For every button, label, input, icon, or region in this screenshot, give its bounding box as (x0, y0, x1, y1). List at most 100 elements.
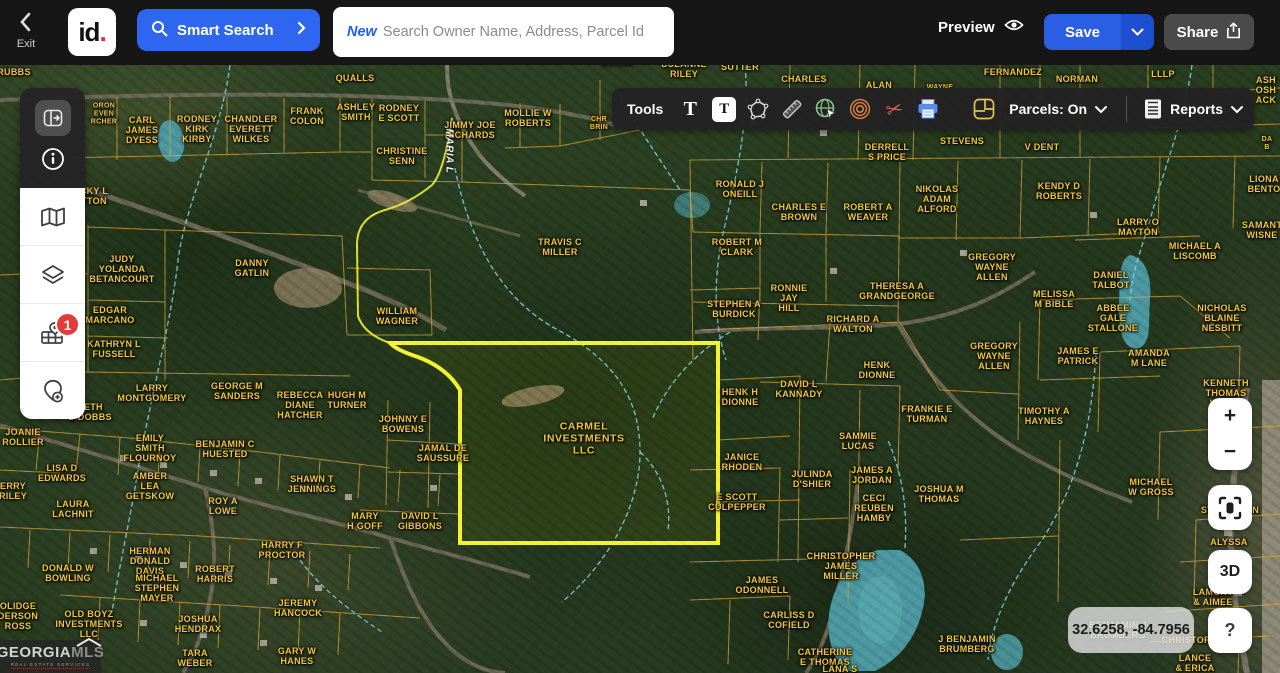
basemap-button[interactable] (20, 188, 85, 246)
layers-button[interactable] (20, 246, 85, 304)
top-bar: Exit id. Smart Search New Search Owner N… (0, 0, 1280, 65)
owner-label: JAMES E PATRICK (1057, 346, 1099, 366)
map-canvas[interactable]: RUBBSORON EVEN RCHERCARL JAMES DYESSRODN… (0, 65, 1280, 673)
owner-label: LANCE & ERICA (1175, 653, 1214, 673)
owner-label: TARA WEBER (178, 648, 213, 668)
recenter-button[interactable] (1208, 485, 1252, 530)
owner-label: ROBERT M CLARK (712, 237, 762, 257)
owner-label: LAURA LACHNIT (52, 499, 94, 519)
owner-label: STEPHEN A BURDICK (707, 299, 761, 319)
owner-label: JANICE RHODEN (722, 452, 763, 472)
sidebar-light-section: 1 (20, 188, 85, 419)
save-button-group: Save (1044, 14, 1154, 50)
owner-label: EMILY SMITH FLOURNOY (124, 433, 177, 463)
zoom-in-button[interactable]: + (1208, 398, 1252, 434)
owner-label: CECI REUBEN HAMBY (854, 493, 894, 523)
owner-label: CHRISTINE SENN (376, 146, 427, 166)
text-box-tool[interactable]: T (707, 92, 741, 126)
reports-icon (1143, 98, 1163, 120)
owner-label: BENJAMIN C HUESTED (195, 439, 254, 459)
globe-tool[interactable] (809, 92, 843, 126)
owner-label: CHRISTOPHER JAMES MILLER (807, 551, 876, 581)
smart-search-button[interactable]: Smart Search (137, 9, 320, 51)
save-button[interactable]: Save (1044, 14, 1121, 50)
owner-label: LARRY O MAYTON (1117, 217, 1159, 237)
polygon-tool[interactable] (741, 92, 775, 126)
polygon-icon (746, 98, 770, 120)
3d-view-button[interactable]: 3D (1208, 550, 1252, 594)
notification-badge: 1 (55, 312, 80, 337)
owner-label: LISA D EDWARDS (38, 463, 86, 483)
owner-label: LLLP (1151, 69, 1175, 79)
owner-label: DONALD W BOWLING (42, 563, 94, 583)
add-pin-button[interactable] (20, 362, 85, 419)
parcels-panel-button[interactable]: 1 (20, 304, 85, 362)
left-sidebar: 1 (20, 88, 85, 419)
owner-label: ERRY RILEY (0, 481, 27, 501)
owner-label: LARRY MONTGOMERY (117, 383, 186, 403)
ruler-tool[interactable] (775, 92, 809, 126)
owner-label: RICHARD A WALTON (827, 314, 880, 334)
owner-labels-layer: RUBBSORON EVEN RCHERCARL JAMES DYESSRODN… (0, 65, 1280, 673)
cursor-coordinates: 32.6258, -84.7956 (1068, 607, 1194, 653)
owner-label: JOSHUA HENDRAX (175, 614, 222, 634)
chevron-down-icon (1131, 23, 1144, 41)
owner-label: JAMES A JORDAN (851, 465, 893, 485)
help-button[interactable]: ? (1208, 608, 1252, 653)
ruler-icon (780, 97, 804, 121)
owner-label: MICHAEL STEPHEN MAYER (135, 573, 180, 603)
owner-label: NICHOLAS BLAINE NESBITT (1197, 303, 1246, 333)
zoom-control: + − (1208, 398, 1252, 470)
info-button[interactable] (41, 147, 65, 176)
owner-label: QUALLS (336, 73, 375, 83)
text-tool[interactable]: T (673, 92, 707, 126)
owner-label: CHARLES (781, 74, 827, 84)
owner-label: JAMES ODONNELL (736, 575, 789, 595)
owner-label: MOLLIE W ROBERTS (504, 108, 551, 128)
reports-label: Reports (1170, 101, 1223, 117)
expand-panel-button[interactable] (35, 100, 71, 136)
map-toolbar: Tools T T ✂ Parcels: On Reports (612, 88, 1254, 130)
owner-label: ABBEE GALE STALLONE (1088, 303, 1138, 333)
share-label: Share (1177, 24, 1219, 41)
chevron-down-icon (1094, 101, 1108, 117)
owner-label: HENK H DIONNE (722, 387, 759, 407)
exit-button[interactable]: Exit (6, 10, 46, 52)
owner-label: ORON EVEN RCHER (91, 102, 117, 125)
owner-label: HENK DIONNE (859, 360, 896, 380)
zoom-out-button[interactable]: − (1208, 434, 1252, 470)
print-tool[interactable] (911, 92, 945, 126)
cut-tool[interactable]: ✂ (877, 92, 911, 126)
radius-tool[interactable] (843, 92, 877, 126)
share-button[interactable]: Share (1164, 14, 1254, 50)
owner-label: CHARLES E BROWN (772, 202, 827, 222)
owner-label: TIMOTHY A HAYNES (1018, 406, 1070, 426)
owner-label: CARL JAMES DYESS (126, 115, 159, 145)
parcels-toggle-label: Parcels: On (1009, 101, 1087, 117)
owner-label: JOANIE ROLLIER (2, 427, 44, 447)
owner-label: FRANK COLON (290, 106, 324, 126)
owner-label: JUDY YOLANDA BETANCOURT (89, 254, 154, 284)
owner-label: MARY H GOFF (347, 511, 383, 531)
parcel-style-tool[interactable] (967, 92, 1001, 126)
smart-search-label: Smart Search (177, 22, 274, 39)
owner-label: V DENT (1025, 142, 1060, 152)
owner-label: SAMANT WISNE (1242, 220, 1280, 240)
owner-label: OLD BOYZ INVESTMENTS LLC (55, 609, 122, 639)
app-logo[interactable]: id. (68, 8, 116, 56)
search-input[interactable]: New Search Owner Name, Address, Parcel I… (333, 7, 674, 57)
save-dropdown-button[interactable] (1121, 14, 1154, 50)
owner-label: FRANKIE E TURMAN (901, 404, 952, 424)
search-icon (151, 20, 168, 41)
owner-label: WILLIAM WAGNER (376, 306, 418, 326)
owner-label: DA B (1262, 136, 1273, 152)
tools-label: Tools (627, 101, 663, 117)
chevron-down-icon (1230, 101, 1244, 117)
preview-button[interactable]: Preview (938, 18, 1024, 36)
layers-icon (40, 264, 66, 286)
owner-label: ROBERT HARRIS (195, 564, 235, 584)
reports-menu[interactable]: Reports (1143, 98, 1244, 120)
owner-label: CARMEL INVESTMENTS LLC (543, 421, 624, 456)
parcels-toggle[interactable]: Parcels: On (1009, 101, 1108, 117)
owner-label: DANNY GATLIN (235, 258, 270, 278)
